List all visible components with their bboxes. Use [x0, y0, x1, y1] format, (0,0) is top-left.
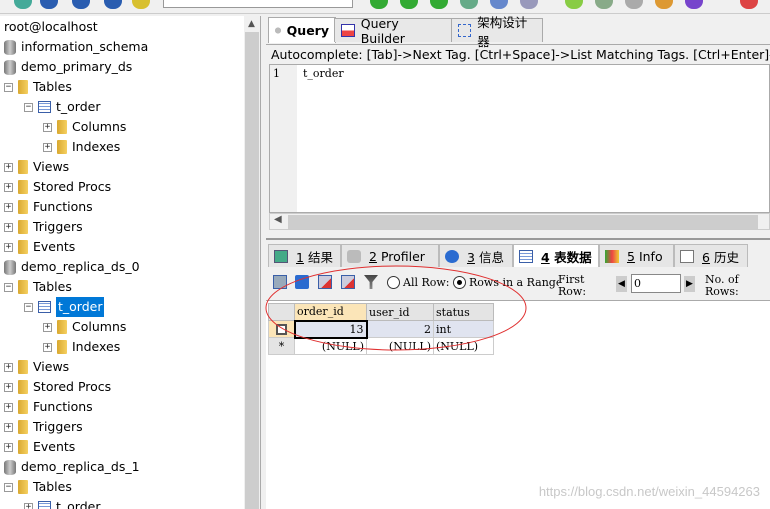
watermark: https://blog.csdn.net/weixin_44594263: [538, 484, 760, 499]
red-annotation-circle: [265, 265, 527, 351]
annotation-ellipse: [265, 265, 527, 351]
